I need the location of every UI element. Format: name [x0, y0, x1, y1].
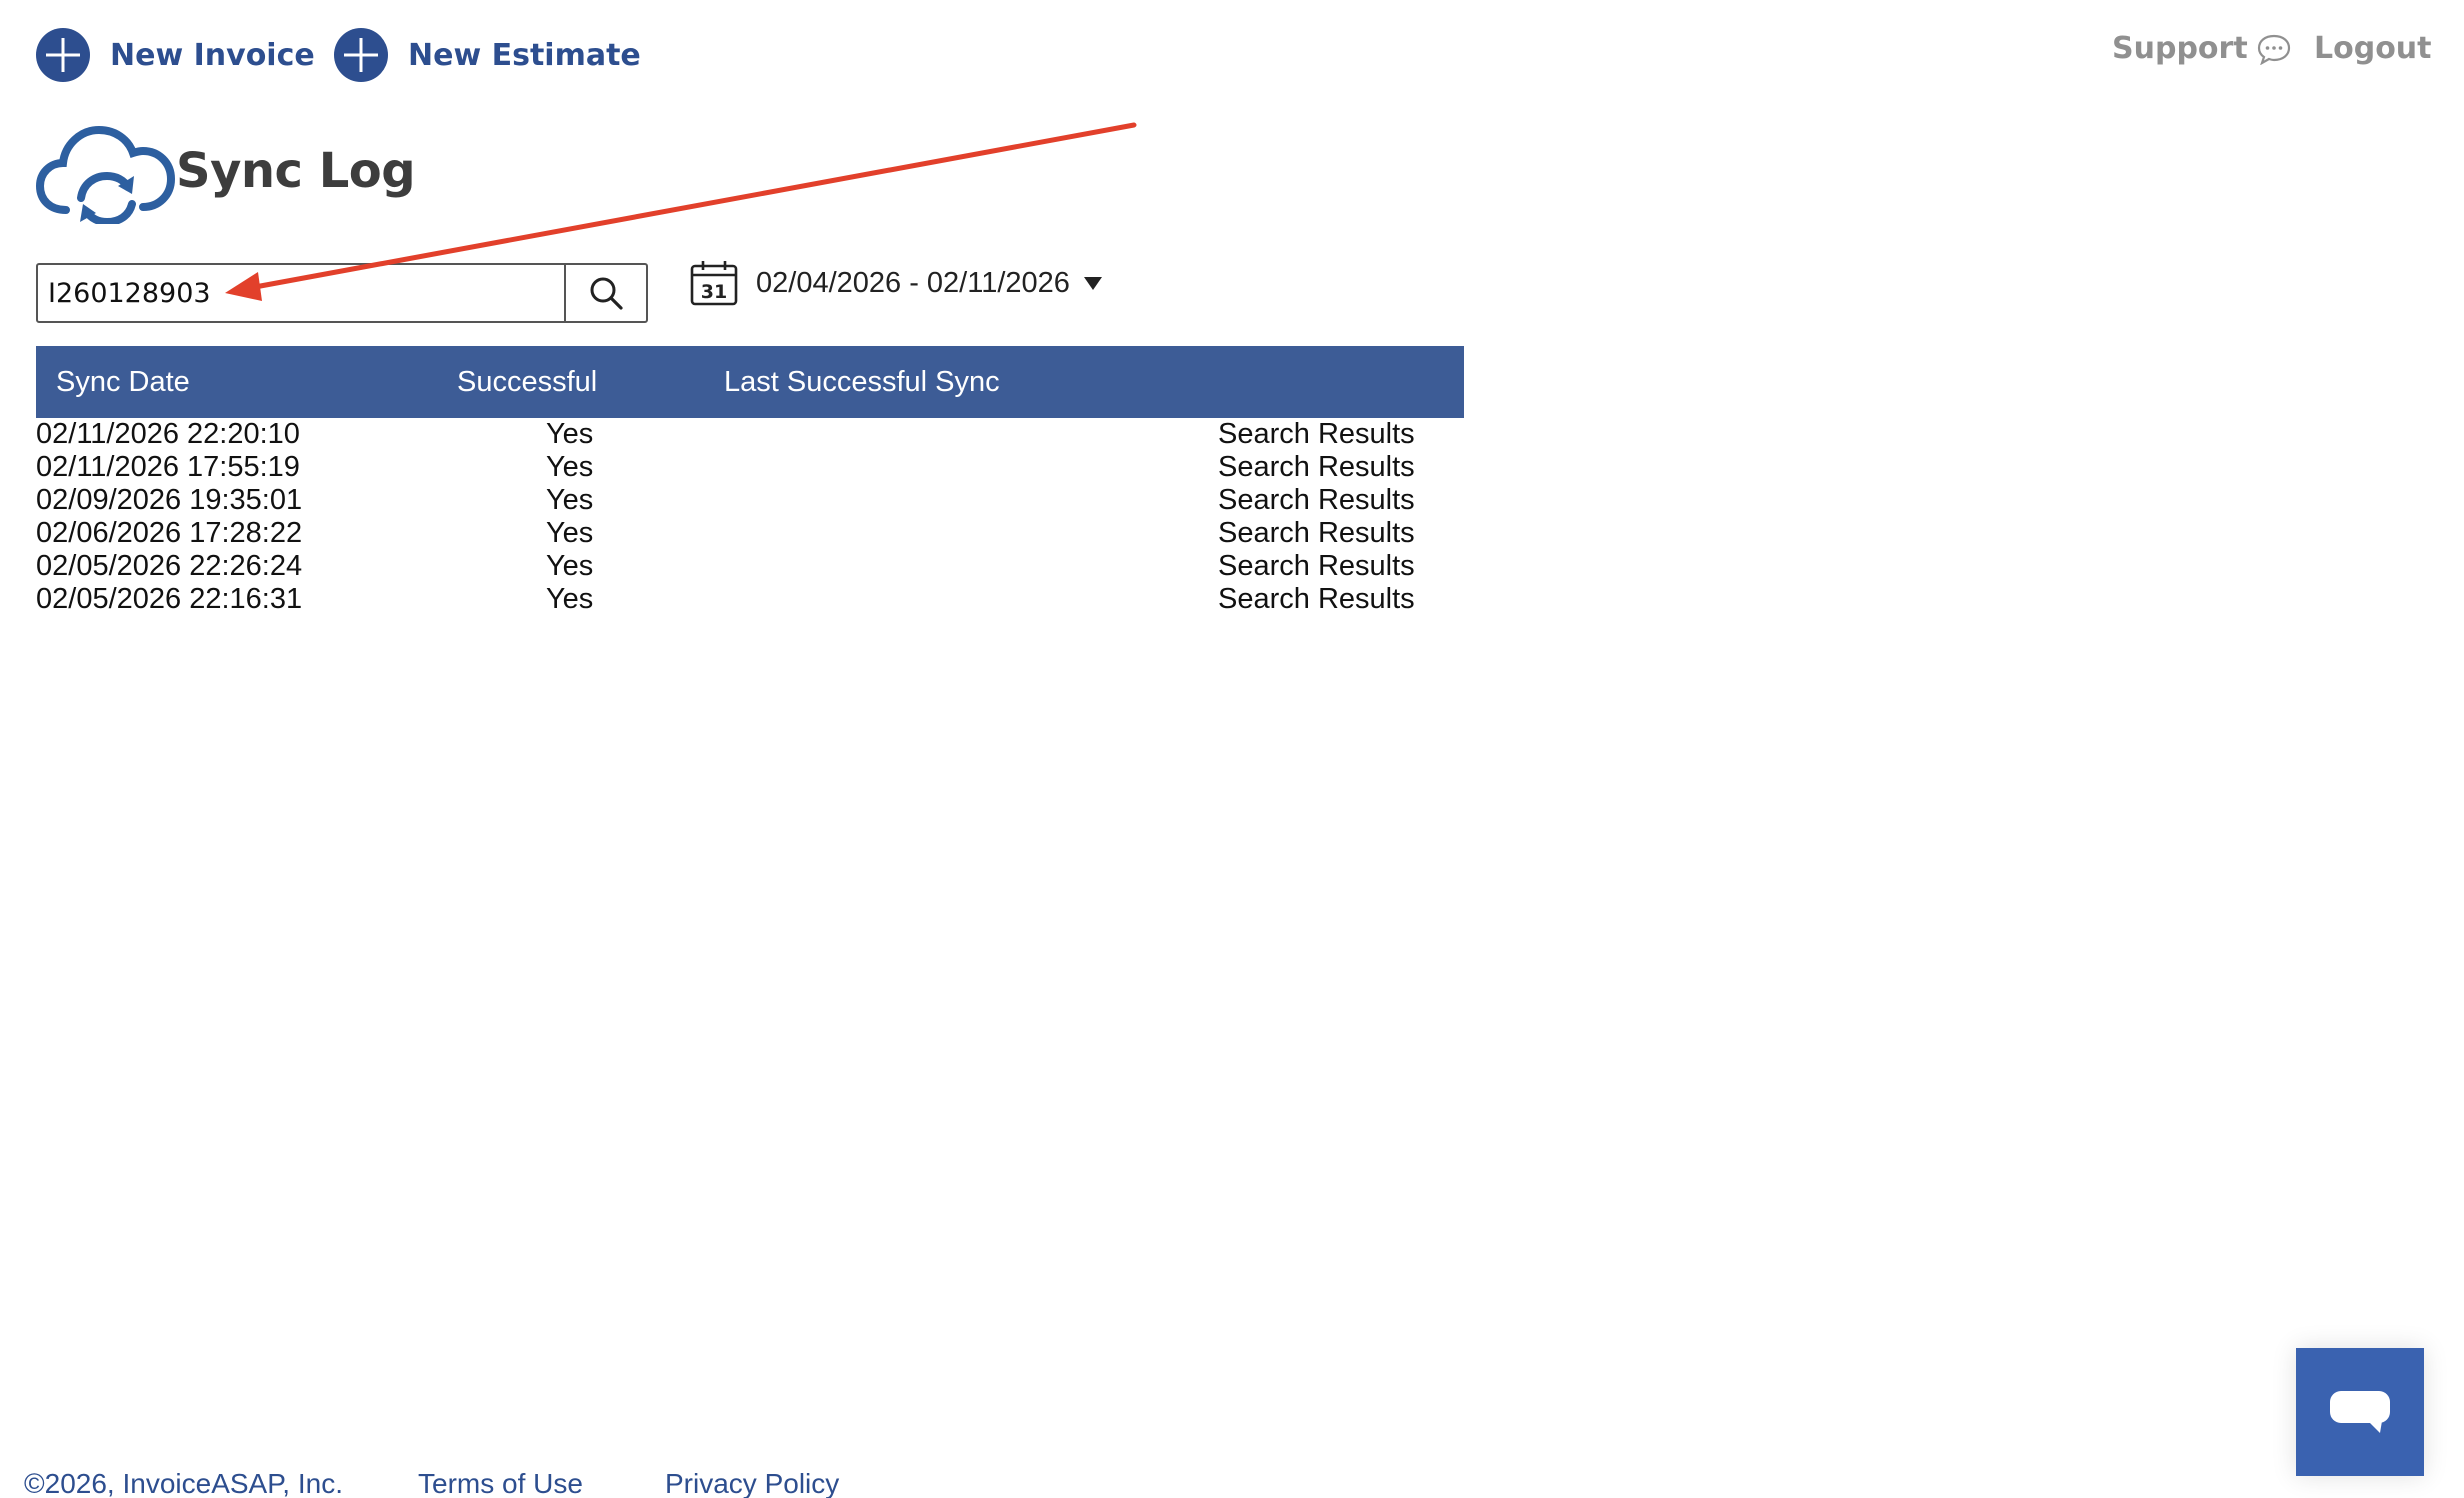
search-button[interactable] [564, 265, 646, 321]
search-box [36, 263, 648, 323]
new-estimate-button[interactable]: New Estimate [334, 28, 641, 82]
logout-label: Logout [2314, 31, 2432, 66]
search-results-link[interactable]: Search Results [1218, 451, 1415, 484]
successful-cell: Yes [546, 418, 594, 450]
new-estimate-label: New Estimate [408, 37, 641, 73]
table-row: 02/11/2026 22:20:10 Yes Search Results [36, 418, 1464, 451]
search-icon [590, 277, 623, 310]
search-input[interactable] [38, 265, 564, 321]
search-results-link[interactable]: Search Results [1218, 550, 1415, 583]
page-title: Sync Log [176, 143, 416, 199]
sync-date-cell: 02/11/2026 22:20:10 [36, 418, 300, 450]
support-label: Support [2112, 31, 2248, 66]
table-row: 02/11/2026 17:55:19 Yes Search Results [36, 451, 1464, 484]
table-row: 02/06/2026 17:28:22 Yes Search Results [36, 517, 1464, 550]
sync-date-cell: 02/11/2026 17:55:19 [36, 451, 300, 483]
privacy-policy-link[interactable]: Privacy Policy [665, 1468, 839, 1498]
support-link[interactable]: Support [2112, 31, 2292, 66]
table-row: 02/05/2026 22:26:24 Yes Search Results [36, 550, 1464, 583]
chat-icon [2330, 1391, 2390, 1433]
plus-circle-icon [334, 28, 388, 82]
sync-date-cell: 02/05/2026 22:26:24 [36, 550, 303, 582]
table-row: 02/09/2026 19:35:01 Yes Search Results [36, 484, 1464, 517]
new-invoice-button[interactable]: New Invoice [36, 28, 315, 82]
date-range-picker[interactable]: 31 02/04/2026 - 02/11/2026 [690, 260, 1102, 306]
search-results-link[interactable]: Search Results [1218, 418, 1415, 451]
new-invoice-label: New Invoice [110, 37, 315, 73]
logout-link[interactable]: Logout [2314, 31, 2432, 66]
search-results-link[interactable]: Search Results [1218, 484, 1415, 517]
plus-circle-icon [36, 28, 90, 82]
successful-cell: Yes [546, 484, 594, 516]
calendar-icon: 31 [690, 261, 738, 306]
chevron-down-icon [1083, 276, 1102, 290]
footer-copyright: ©2026, InvoiceASAP, Inc. [24, 1468, 343, 1498]
successful-cell: Yes [546, 517, 594, 549]
chat-widget-button[interactable] [2296, 1348, 2424, 1476]
chat-bubble-icon [2257, 34, 2290, 65]
page: New Invoice New Estimate Support Logout … [0, 0, 2464, 1498]
column-header-successful[interactable]: Successful [457, 346, 597, 418]
table-header: Sync Date Successful Last Successful Syn… [36, 346, 1464, 418]
table-row: 02/05/2026 22:16:31 Yes Search Results [36, 583, 1464, 616]
successful-cell: Yes [546, 550, 594, 582]
sync-date-cell: 02/09/2026 19:35:01 [36, 484, 303, 516]
calendar-day: 31 [701, 281, 727, 303]
date-range-value: 02/04/2026 - 02/11/2026 [756, 266, 1070, 299]
cloud-sync-icon [36, 125, 176, 224]
search-results-link[interactable]: Search Results [1218, 583, 1415, 616]
successful-cell: Yes [546, 451, 594, 483]
page-header: Sync Log [36, 118, 416, 224]
annotation-arrow [225, 122, 1137, 301]
search-results-link[interactable]: Search Results [1218, 517, 1415, 550]
sync-date-cell: 02/05/2026 22:16:31 [36, 583, 303, 615]
column-header-sync-date[interactable]: Sync Date [56, 346, 190, 418]
sync-log-table-body: 02/11/2026 22:20:10 Yes Search Results 0… [36, 418, 1464, 616]
successful-cell: Yes [546, 583, 594, 615]
terms-of-use-link[interactable]: Terms of Use [418, 1468, 583, 1498]
column-header-last-successful-sync[interactable]: Last Successful Sync [724, 346, 1000, 418]
sync-date-cell: 02/06/2026 17:28:22 [36, 517, 303, 549]
